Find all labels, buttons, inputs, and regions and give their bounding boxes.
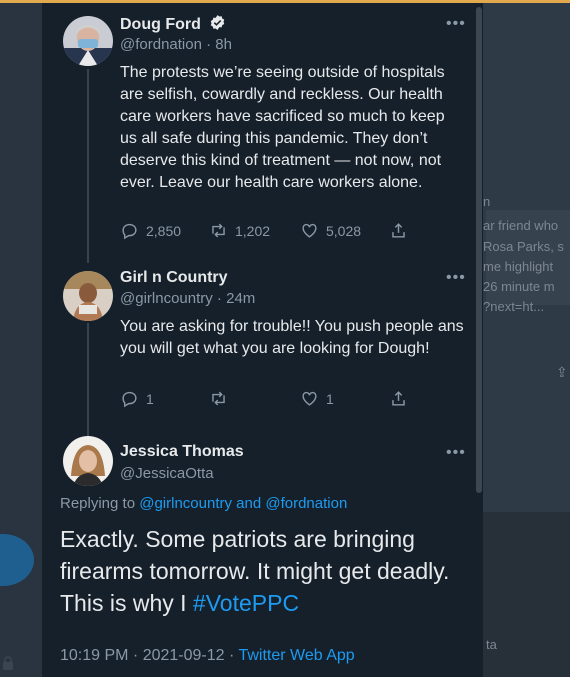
reply-count: 1	[146, 390, 154, 407]
like-count: 5,028	[326, 222, 362, 239]
author-name[interactable]: Doug Ford	[120, 14, 226, 34]
background-compose-button	[0, 534, 34, 586]
replying-label: Replying to	[60, 495, 136, 512]
reply-count: 2,850	[146, 222, 182, 239]
mention-and[interactable]: and	[236, 495, 261, 512]
tweet-time[interactable]: 24m	[226, 290, 255, 307]
verified-badge-icon	[211, 15, 225, 30]
thread-line	[87, 323, 89, 436]
tweet-source-link[interactable]: Twitter Web App	[238, 647, 354, 664]
like-button[interactable]: 1	[300, 389, 334, 408]
thread-line	[87, 69, 89, 263]
author-name[interactable]: Jessica Thomas	[120, 443, 244, 461]
retweet-button[interactable]: 1,202	[209, 221, 270, 240]
background-snippet: me highlight	[483, 259, 554, 274]
reply-icon	[122, 391, 137, 408]
lock-icon	[3, 656, 13, 670]
share-icon	[392, 391, 405, 406]
like-icon	[302, 223, 317, 238]
avatar[interactable]	[63, 271, 113, 321]
scrollbar[interactable]	[476, 7, 482, 493]
retweet-count: 1,202	[235, 222, 271, 239]
retweet-button[interactable]	[209, 389, 228, 408]
background-snippet: ta	[486, 637, 497, 652]
share-button[interactable]	[389, 221, 408, 240]
background-snippet: 26 minute m	[483, 279, 555, 294]
avatar[interactable]	[63, 16, 113, 66]
background-share-icon: ⇪	[556, 364, 568, 380]
share-button[interactable]	[389, 389, 408, 408]
author-handle-row: @fordnation · 8h	[120, 36, 232, 53]
mention-link[interactable]: @fordnation	[265, 495, 347, 512]
tweet-time[interactable]: 8h	[215, 36, 232, 53]
author-handle[interactable]: @fordnation	[120, 36, 202, 53]
tweet-text: The protests we’re seeing outside of hos…	[120, 64, 445, 191]
background-snippet: ?next=ht...	[483, 299, 545, 314]
author-handle[interactable]: @JessicaOtta	[120, 465, 214, 482]
tweet-time[interactable]: 10:19 PM	[60, 647, 128, 664]
tweet-text: You are asking for trouble!! You push pe…	[120, 318, 464, 357]
reply-icon	[122, 223, 137, 240]
more-icon[interactable]: •••	[446, 269, 466, 287]
share-icon	[392, 223, 405, 238]
focused-tweet-text: Exactly. Some patriots are bringing fire…	[60, 523, 470, 619]
author-handle[interactable]: @girlncountry	[120, 290, 213, 307]
reply-button[interactable]: 1	[120, 389, 154, 408]
background-snippet: ar friend who	[483, 218, 559, 233]
tweet-date[interactable]: 2021-09-12	[143, 647, 225, 664]
reply-button[interactable]: 2,850	[120, 221, 181, 240]
author-name[interactable]: Girl n Country	[120, 269, 228, 287]
replying-to: Replying to @girlncountry and @fordnatio…	[60, 495, 347, 512]
avatar[interactable]	[63, 436, 113, 486]
avatar-photo-icon	[63, 16, 113, 66]
more-icon[interactable]: •••	[446, 444, 466, 462]
background-panel	[483, 512, 570, 677]
background-snippet: Rosa Parks, s	[483, 239, 564, 254]
avatar-photo-icon	[63, 436, 113, 486]
retweet-icon	[212, 223, 225, 238]
more-icon[interactable]: •••	[446, 15, 466, 33]
author-name-text: Doug Ford	[120, 16, 201, 33]
mention-link[interactable]: @girlncountry	[139, 495, 232, 512]
author-handle-row: @girlncountry · 24m	[120, 290, 256, 307]
like-icon	[302, 391, 317, 406]
like-count: 1	[326, 390, 334, 407]
avatar-photo-icon	[63, 271, 113, 321]
background-snippet: n	[483, 194, 491, 209]
hashtag-link[interactable]: #VotePPC	[193, 590, 299, 616]
like-button[interactable]: 5,028	[300, 221, 361, 240]
tweet-metadata: 10:19 PM · 2021-09-12 · Twitter Web App	[60, 647, 355, 664]
retweet-icon	[212, 391, 225, 406]
